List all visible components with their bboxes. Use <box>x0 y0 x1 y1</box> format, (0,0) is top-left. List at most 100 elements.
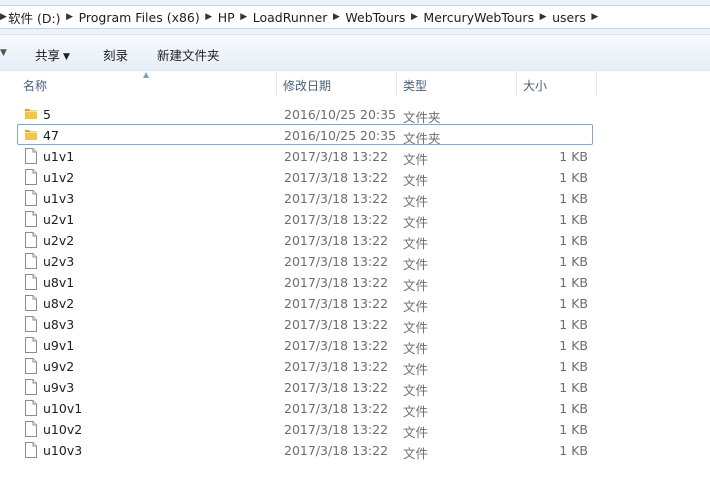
chevron-right-icon[interactable]: ▶ <box>235 12 253 22</box>
file-icon <box>24 379 38 395</box>
folder-icon <box>24 106 38 122</box>
file-modified-date: 2017/3/18 13:22 <box>284 233 389 248</box>
file-icon <box>24 421 38 437</box>
chevron-right-icon[interactable]: ▶ <box>534 12 552 22</box>
file-row[interactable]: u2v3 2017/3/18 13:22 文件 1 KB <box>17 250 593 272</box>
breadcrumb-drive[interactable]: 软件 (D:) <box>8 8 61 27</box>
file-row[interactable]: u1v3 2017/3/18 13:22 文件 1 KB <box>17 187 593 209</box>
file-name: u1v1 <box>43 149 75 164</box>
file-modified-date: 2017/3/18 13:22 <box>284 212 389 227</box>
file-row[interactable]: u1v2 2017/3/18 13:22 文件 1 KB <box>17 166 593 188</box>
file-size: 1 KB <box>559 422 588 437</box>
file-modified-date: 2017/3/18 13:22 <box>284 443 389 458</box>
file-size: 1 KB <box>559 233 588 248</box>
column-header-modified[interactable]: 修改日期 <box>277 71 397 95</box>
file-modified-date: 2017/3/18 13:22 <box>284 191 389 206</box>
file-icon <box>24 190 38 206</box>
file-icon <box>24 169 38 185</box>
file-modified-date: 2017/3/18 13:22 <box>284 296 389 311</box>
burn-button[interactable]: 刻录 <box>103 45 128 64</box>
folder-icon <box>24 127 38 143</box>
file-name: u10v1 <box>43 401 83 416</box>
file-modified-date: 2017/3/18 13:22 <box>284 359 389 374</box>
file-name: 47 <box>43 128 59 143</box>
file-row[interactable]: 5 2016/10/25 20:35 文件夹 <box>17 103 593 125</box>
file-size: 1 KB <box>559 191 588 206</box>
column-header-type[interactable]: 类型 <box>397 71 517 95</box>
breadcrumb-webtours[interactable]: WebTours <box>345 10 405 25</box>
file-row[interactable]: u2v1 2017/3/18 13:22 文件 1 KB <box>17 208 593 230</box>
file-row[interactable]: u10v2 2017/3/18 13:22 文件 1 KB <box>17 418 593 440</box>
file-icon <box>24 232 38 248</box>
file-name: u2v1 <box>43 212 75 227</box>
file-modified-date: 2017/3/18 13:22 <box>284 380 389 395</box>
chevron-right-icon[interactable]: ▶ <box>586 12 604 22</box>
file-size: 1 KB <box>559 380 588 395</box>
file-name: u8v3 <box>43 317 75 332</box>
file-icon <box>24 358 38 374</box>
breadcrumb-hp[interactable]: HP <box>218 10 235 25</box>
file-size: 1 KB <box>559 443 588 458</box>
file-size: 1 KB <box>559 401 588 416</box>
file-icon <box>24 148 38 164</box>
file-type: 文件 <box>403 446 429 461</box>
file-row[interactable]: u10v1 2017/3/18 13:22 文件 1 KB <box>17 397 593 419</box>
chevron-right-icon[interactable]: ▶ <box>61 12 79 22</box>
file-name: u8v1 <box>43 275 75 290</box>
file-size: 1 KB <box>559 149 588 164</box>
file-row[interactable]: u9v1 2017/3/18 13:22 文件 1 KB <box>17 334 593 356</box>
file-row[interactable]: u8v2 2017/3/18 13:22 文件 1 KB <box>17 292 593 314</box>
file-row[interactable]: 47 2016/10/25 20:35 文件夹 <box>17 124 593 146</box>
file-row[interactable]: u2v2 2017/3/18 13:22 文件 1 KB <box>17 229 593 251</box>
caret-down-icon: ▼ <box>63 52 70 62</box>
file-modified-date: 2017/3/18 13:22 <box>284 422 389 437</box>
chevron-right-icon[interactable]: ▶ <box>327 12 345 22</box>
file-row[interactable]: u10v3 2017/3/18 13:22 文件 1 KB <box>17 439 593 461</box>
file-name: u9v1 <box>43 338 75 353</box>
breadcrumb[interactable]: ▶ 软件 (D:) ▶ Program Files (x86) ▶ HP ▶ L… <box>0 5 710 29</box>
file-row[interactable]: u8v1 2017/3/18 13:22 文件 1 KB <box>17 271 593 293</box>
file-icon <box>24 337 38 353</box>
file-icon <box>24 274 38 290</box>
file-name: u10v3 <box>43 443 83 458</box>
chevron-down-icon[interactable]: ▼ <box>0 48 7 58</box>
file-icon <box>24 400 38 416</box>
file-size: 1 KB <box>559 338 588 353</box>
file-modified-date: 2017/3/18 13:22 <box>284 254 389 269</box>
breadcrumb-mercurywebtours[interactable]: MercuryWebTours <box>423 10 534 25</box>
file-size: 1 KB <box>559 254 588 269</box>
file-icon <box>24 316 38 332</box>
file-name: u2v2 <box>43 233 75 248</box>
file-name: u9v2 <box>43 359 75 374</box>
column-header-size[interactable]: 大小 <box>517 71 597 95</box>
file-modified-date: 2016/10/25 20:35 <box>284 128 397 143</box>
file-size: 1 KB <box>559 275 588 290</box>
file-size: 1 KB <box>559 359 588 374</box>
file-row[interactable]: u1v1 2017/3/18 13:22 文件 1 KB <box>17 145 593 167</box>
file-name: u9v3 <box>43 380 75 395</box>
file-row[interactable]: u9v2 2017/3/18 13:22 文件 1 KB <box>17 355 593 377</box>
file-icon <box>24 253 38 269</box>
command-toolbar: ▼ 共享 ▼ 刻录 新建文件夹 <box>0 35 710 71</box>
chevron-right-icon[interactable]: ▶ <box>0 12 8 22</box>
column-header-name[interactable]: 名称 <box>17 71 277 95</box>
share-button[interactable]: 共享 ▼ <box>35 45 70 64</box>
file-modified-date: 2017/3/18 13:22 <box>284 401 389 416</box>
file-name: u1v3 <box>43 191 75 206</box>
chevron-right-icon[interactable]: ▶ <box>200 12 218 22</box>
file-size: 1 KB <box>559 296 588 311</box>
breadcrumb-program-files[interactable]: Program Files (x86) <box>79 10 200 25</box>
file-icon <box>24 442 38 458</box>
breadcrumb-loadrunner[interactable]: LoadRunner <box>253 10 328 25</box>
file-modified-date: 2017/3/18 13:22 <box>284 275 389 290</box>
file-row[interactable]: u9v3 2017/3/18 13:22 文件 1 KB <box>17 376 593 398</box>
chevron-right-icon[interactable]: ▶ <box>405 12 423 22</box>
file-name: u1v2 <box>43 170 75 185</box>
file-modified-date: 2016/10/25 20:35 <box>284 107 397 122</box>
file-row[interactable]: u8v3 2017/3/18 13:22 文件 1 KB <box>17 313 593 335</box>
breadcrumb-users[interactable]: users <box>552 10 586 25</box>
file-modified-date: 2017/3/18 13:22 <box>284 317 389 332</box>
file-size: 1 KB <box>559 212 588 227</box>
file-name: u10v2 <box>43 422 83 437</box>
new-folder-button[interactable]: 新建文件夹 <box>157 45 220 64</box>
